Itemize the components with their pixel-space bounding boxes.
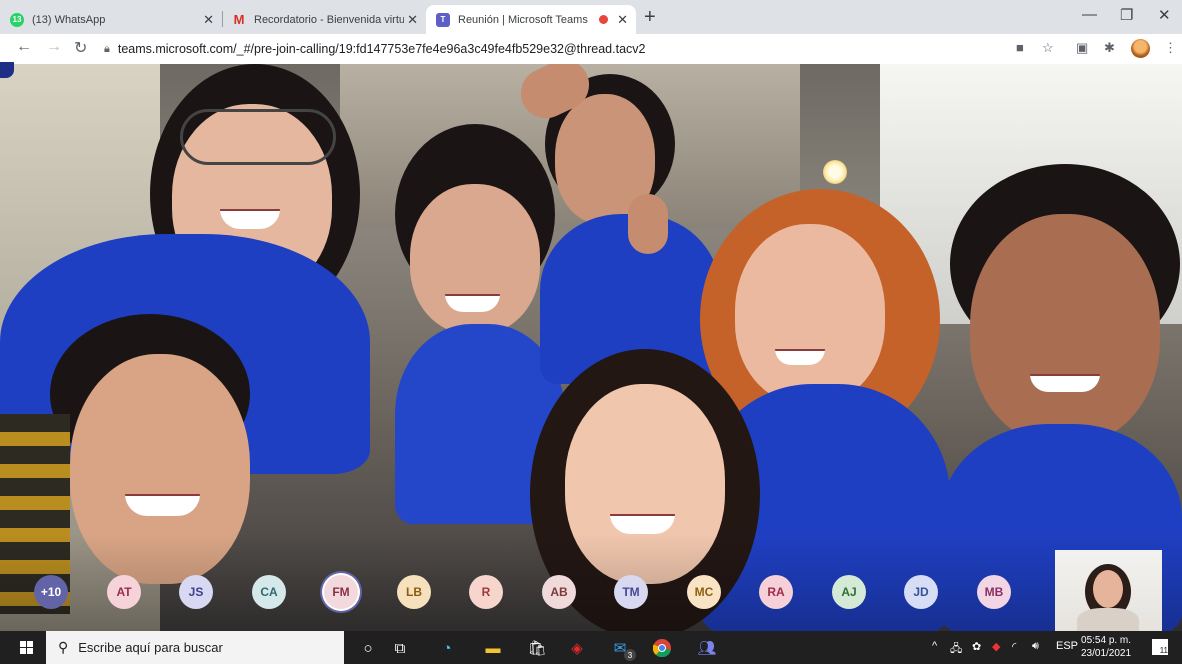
windows-start-icon[interactable] — [20, 641, 33, 659]
chrome-icon[interactable] — [652, 638, 672, 658]
restore-button[interactable]: ❐ — [1120, 6, 1133, 24]
edge-icon[interactable]: ◔ — [437, 638, 457, 658]
address-bar[interactable]: 🔒︎ teams.microsoft.com/_#/pre-join-calli… — [104, 38, 1004, 60]
cortana-icon[interactable]: ○ — [358, 638, 378, 658]
participant-avatar[interactable]: MB — [977, 575, 1011, 609]
gmail-icon: M — [233, 12, 245, 27]
participant-avatar[interactable]: AT — [107, 575, 141, 609]
extension-icon[interactable]: ▣ — [1076, 40, 1088, 56]
browser-toolbar: ← → ↻ 🔒︎ teams.microsoft.com/_#/pre-join… — [0, 34, 1182, 65]
windows-taskbar: ⚲ Escribe aquí para buscar ○ ⧉ ◔ ▬ 🛍︎ ◈ … — [0, 631, 1182, 664]
participant-avatar[interactable]: TM — [614, 575, 648, 609]
participant-avatar[interactable]: JS — [179, 575, 213, 609]
recording-icon — [599, 15, 608, 24]
menu-dots-icon[interactable]: ⋮ — [1164, 40, 1177, 56]
participant-avatar[interactable]: FM — [324, 575, 358, 609]
new-tab-button[interactable]: + — [644, 6, 656, 29]
teams-icon: T — [436, 12, 450, 27]
participant-avatar[interactable]: RA — [759, 575, 793, 609]
reload-icon[interactable]: ↻ — [74, 38, 87, 58]
minimize-button[interactable]: — — [1082, 6, 1097, 23]
security-tray-icon[interactable]: ◆ — [992, 640, 1000, 653]
meeting-video-feed — [0, 64, 1182, 631]
mail-badge: 3 — [624, 649, 636, 661]
close-tab-icon[interactable]: ✕ — [617, 12, 628, 28]
clock-time: 05:54 p. m. — [1081, 635, 1132, 646]
search-icon: ⚲ — [58, 639, 69, 655]
forward-arrow-icon[interactable]: → — [46, 38, 62, 56]
notification-count: 11 — [1159, 646, 1168, 655]
participant-avatar[interactable]: AB — [542, 575, 576, 609]
taskbar-search-box[interactable]: ⚲ Escribe aquí para buscar — [46, 631, 344, 664]
search-placeholder: Escribe aquí para buscar — [78, 640, 223, 655]
volume-icon[interactable]: 🔊︎ — [1032, 640, 1039, 653]
puzzle-icon[interactable]: ✱ — [1104, 40, 1115, 56]
close-tab-icon[interactable]: ✕ — [407, 12, 418, 28]
file-explorer-icon[interactable]: ▬ — [483, 638, 503, 658]
participant-avatar[interactable]: R — [469, 575, 503, 609]
profile-avatar[interactable] — [1131, 39, 1150, 58]
tab-title: (13) WhatsApp — [32, 13, 106, 26]
wifi-icon[interactable]: ◜ — [1012, 640, 1016, 653]
mcafee-icon[interactable]: ◈ — [567, 638, 587, 658]
more-participants-badge[interactable]: +10 — [34, 575, 68, 609]
tab-teams[interactable]: T Reunión | Microsoft Teams ✕ — [426, 5, 636, 34]
store-icon[interactable]: 🛍︎ — [527, 638, 547, 658]
participant-avatar[interactable]: AJ — [832, 575, 866, 609]
close-tab-icon[interactable]: ✕ — [203, 12, 214, 28]
browser-tab-strip: 13 (13) WhatsApp ✕ M Recordatorio - Bien… — [0, 0, 1182, 34]
participant-avatar[interactable]: LB — [397, 575, 431, 609]
network-icon[interactable]: 🖧︎ — [950, 640, 962, 659]
notification-icon[interactable]: 11 — [1152, 639, 1168, 655]
participant-avatar[interactable]: CA — [252, 575, 286, 609]
tab-whatsapp[interactable]: 13 (13) WhatsApp ✕ — [0, 5, 222, 34]
close-window-button[interactable]: ✕ — [1158, 6, 1171, 24]
teams-taskbar-icon[interactable]: 👥︎ — [697, 638, 717, 658]
lock-icon: 🔒︎ — [104, 42, 110, 55]
participant-avatar[interactable]: JD — [904, 575, 938, 609]
task-view-icon[interactable]: ⧉ — [390, 638, 410, 658]
language-indicator[interactable]: ESP — [1056, 640, 1078, 652]
tab-title: Reunión | Microsoft Teams — [458, 13, 588, 26]
tab-gmail[interactable]: M Recordatorio - Bienvenida virtual ✕ — [222, 5, 426, 34]
tab-title: Recordatorio - Bienvenida virtual — [254, 13, 404, 26]
back-arrow-icon[interactable]: ← — [16, 38, 32, 56]
whatsapp-icon: 13 — [10, 12, 24, 27]
system-clock[interactable]: 05:54 p. m. 23/01/2021 — [1081, 634, 1131, 660]
bookmark-star-icon[interactable]: ☆ — [1042, 40, 1054, 56]
app-tray-icon[interactable]: ✿ — [972, 640, 981, 653]
url-text: teams.microsoft.com/_#/pre-join-calling/… — [117, 42, 646, 56]
chevron-up-icon[interactable]: ^ — [932, 640, 937, 652]
camera-icon[interactable]: ■ — [1016, 40, 1024, 55]
participant-avatar[interactable]: MC — [687, 575, 721, 609]
clock-date: 23/01/2021 — [1081, 648, 1132, 659]
self-view-video[interactable] — [1055, 550, 1162, 631]
